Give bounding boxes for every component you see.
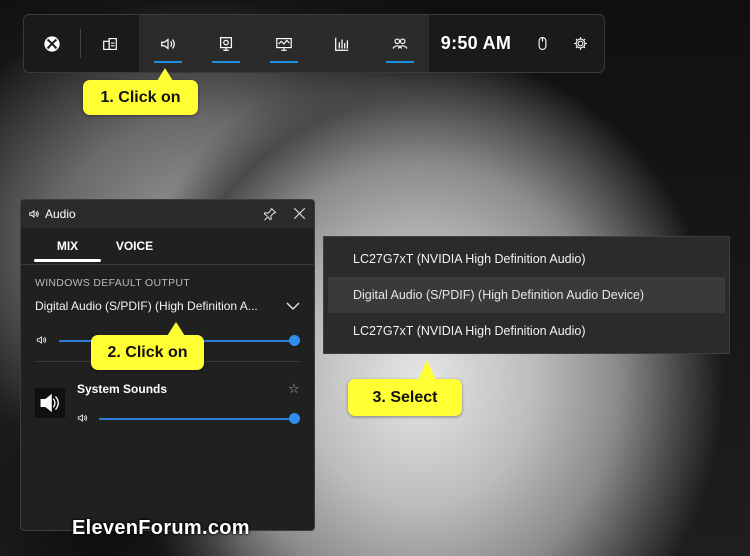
app-volume-row: System Sounds ☆ — [21, 362, 314, 432]
capture-icon — [219, 36, 233, 51]
app-volume-track — [99, 418, 295, 420]
audio-active-indicator — [154, 61, 182, 63]
device-option-selected[interactable]: Digital Audio (S/PDIF) (High Definition … — [328, 277, 725, 313]
tab-voice[interactable]: VOICE — [101, 228, 168, 264]
settings-icon — [573, 37, 587, 50]
social-active-indicator — [386, 61, 414, 63]
watermark: ElevenForum.com — [72, 517, 250, 539]
callout-tail — [157, 68, 173, 81]
chevron-down-icon — [286, 302, 300, 311]
audio-widget-button[interactable] — [139, 15, 197, 72]
mouse-icon — [538, 36, 546, 51]
close-icon[interactable] — [292, 206, 307, 221]
volume-icon — [77, 414, 88, 422]
performance-widget-button[interactable] — [255, 15, 313, 72]
app-volume-thumb[interactable] — [289, 413, 300, 424]
callout-step-2-text: 2. Click on — [107, 343, 188, 361]
capture-active-indicator — [212, 61, 240, 63]
volume-icon — [36, 336, 47, 344]
performance-icon — [276, 37, 292, 51]
widget-store-button[interactable] — [81, 15, 139, 72]
callout-step-3: 3. Select — [348, 360, 462, 416]
audio-icon — [161, 37, 175, 50]
mouse-button[interactable] — [523, 15, 561, 72]
capture-widget-button[interactable] — [197, 15, 255, 72]
system-sounds-icon — [35, 388, 65, 418]
callout-tail — [167, 322, 185, 336]
xbox-social-icon — [392, 37, 408, 49]
tab-mix[interactable]: MIX — [34, 228, 101, 264]
callout-step-2: 2. Click on — [91, 322, 204, 370]
performance-active-indicator — [270, 61, 298, 63]
game-bar: 9:50 AM — [23, 14, 605, 73]
audio-tabs: MIX VOICE — [21, 228, 314, 264]
xbox-icon — [44, 35, 60, 52]
device-option[interactable]: LC27G7xT (NVIDIA High Definition Audio) — [328, 241, 725, 277]
divider — [21, 264, 314, 265]
widget-group — [139, 15, 429, 72]
output-device-list: LC27G7xT (NVIDIA High Definition Audio) … — [323, 236, 730, 354]
speaker-icon — [29, 210, 39, 218]
xbox-button[interactable] — [24, 15, 80, 72]
app-name: System Sounds — [77, 382, 168, 396]
output-device-name: Digital Audio (S/PDIF) (High Definition … — [35, 299, 258, 313]
xbox-social-widget-button[interactable] — [371, 15, 429, 72]
widget-store-icon — [103, 37, 117, 50]
output-device-dropdown[interactable]: Digital Audio (S/PDIF) (High Definition … — [35, 299, 300, 313]
callout-tail — [418, 360, 436, 380]
audio-widget-title: Audio — [45, 207, 76, 221]
master-volume-thumb[interactable] — [289, 335, 300, 346]
default-output-label: WINDOWS DEFAULT OUTPUT — [35, 277, 190, 289]
callout-step-1-text: 1. Click on — [100, 88, 181, 106]
pin-icon[interactable] — [263, 207, 277, 221]
resources-widget-button[interactable] — [313, 15, 371, 72]
callout-step-1: 1. Click on — [83, 68, 198, 115]
settings-button[interactable] — [561, 15, 599, 72]
audio-widget-header: Audio — [21, 200, 314, 228]
resources-icon — [335, 37, 349, 51]
favorite-star-icon[interactable]: ☆ — [288, 381, 300, 397]
callout-step-3-text: 3. Select — [372, 388, 438, 406]
clock: 9:50 AM — [440, 33, 512, 53]
device-option[interactable]: LC27G7xT (NVIDIA High Definition Audio) — [328, 313, 725, 349]
